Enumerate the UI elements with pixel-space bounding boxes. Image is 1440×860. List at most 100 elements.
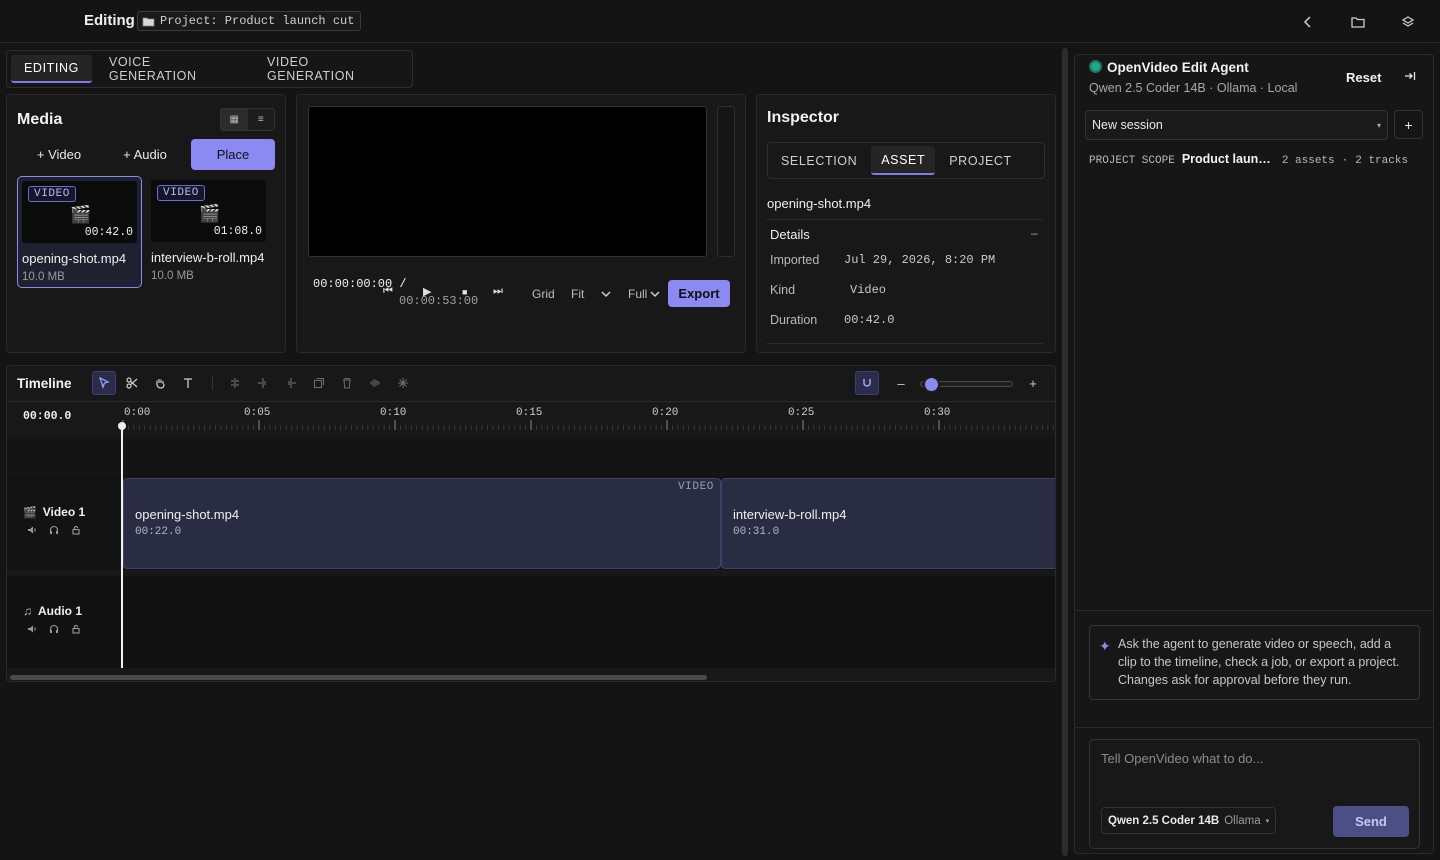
agent-model-info: Qwen 2.5 Coder 14B · Ollama · Local: [1089, 81, 1298, 95]
layers-icon[interactable]: [1398, 12, 1418, 32]
tab-project[interactable]: PROJECT: [939, 146, 1022, 175]
send-button[interactable]: Send: [1333, 806, 1409, 837]
session-select[interactable]: New session ▾: [1085, 110, 1388, 140]
speaker-icon[interactable]: [27, 525, 37, 535]
prompt-input[interactable]: [1090, 740, 1419, 798]
timeline-scrollbar[interactable]: [10, 675, 707, 680]
view-toggle: ▦ ≡: [220, 108, 275, 131]
clapperboard-icon: 🎬: [70, 205, 92, 224]
play-icon[interactable]: ▶: [423, 285, 431, 298]
grid-toggle[interactable]: Grid: [532, 287, 555, 301]
collapse-panel-icon[interactable]: [1404, 70, 1416, 82]
chevron-down-icon: ▾: [1265, 817, 1270, 825]
trim-start-icon[interactable]: [251, 371, 275, 395]
track-name: Video 1: [42, 505, 86, 519]
effects-icon[interactable]: [391, 371, 415, 395]
divider: [767, 219, 1043, 220]
trim-end-icon[interactable]: [279, 371, 303, 395]
lock-icon[interactable]: [71, 525, 81, 535]
timeline-title: Timeline: [17, 376, 72, 391]
reset-button[interactable]: Reset: [1346, 70, 1381, 85]
tab-asset[interactable]: ASSET: [871, 146, 936, 175]
inspector-panel: Inspector SELECTION ASSET PROJECT openin…: [756, 94, 1056, 353]
collapse-icon[interactable]: –: [1031, 226, 1038, 240]
headphones-icon[interactable]: [49, 525, 59, 535]
media-asset-card[interactable]: VIDEO 🎬 01:08.0 interview-b-roll.mp4 10.…: [147, 176, 272, 288]
zoom-out-icon[interactable]: –: [889, 371, 913, 395]
skip-forward-icon[interactable]: ⏭: [493, 285, 503, 298]
asset-name: opening-shot.mp4: [22, 251, 127, 266]
list-view-icon[interactable]: ≡: [248, 109, 275, 130]
timeline-ruler[interactable]: [122, 420, 1056, 430]
grid-label: Grid: [532, 287, 555, 301]
quality-label: Full: [628, 287, 648, 301]
asset-thumbnail: VIDEO 🎬 01:08.0: [151, 180, 266, 242]
timeline-clip[interactable]: VIDEO opening-shot.mp4 00:22.0: [123, 478, 721, 569]
playhead[interactable]: [121, 425, 123, 668]
chevron-down-icon: ▾: [1376, 120, 1381, 130]
imported-value: Jul 29, 2026, 8:20 PM: [844, 253, 996, 267]
scissors-icon[interactable]: [120, 371, 144, 395]
asset-size: 10.0 MB: [151, 270, 194, 282]
tab-voice-generation[interactable]: VOICE GENERATION: [96, 55, 250, 83]
media-asset-card[interactable]: VIDEO 🎬 00:42.0 opening-shot.mp4 10.0 MB: [17, 176, 142, 288]
audio-track-lane[interactable]: [7, 576, 1055, 668]
playhead-handle[interactable]: [118, 422, 126, 430]
stop-icon[interactable]: ■: [462, 287, 467, 297]
zoom-in-icon[interactable]: +: [1021, 371, 1045, 395]
fit-label: Fit: [571, 287, 585, 301]
video-preview[interactable]: [308, 106, 707, 257]
track-header-audio-1: ♫ Audio 1: [23, 604, 82, 618]
asset-duration: 00:42.0: [84, 226, 133, 239]
kind-label: Kind: [770, 283, 796, 297]
tick-label: 0:05: [244, 407, 271, 419]
add-audio-button[interactable]: + Audio: [113, 139, 177, 170]
details-heading: Details: [770, 227, 810, 242]
headphones-icon[interactable]: [49, 624, 59, 634]
lock-icon[interactable]: [71, 624, 81, 634]
inspector-file-name: opening-shot.mp4: [767, 196, 872, 211]
scope-project-name: Product launch cut: [1181, 152, 1275, 166]
tab-editing[interactable]: EDITING: [11, 55, 92, 83]
timeline-clip[interactable]: interview-b-roll.mp4 00:31.0: [721, 478, 1055, 569]
export-button[interactable]: Export: [668, 280, 730, 307]
zoom-slider-handle[interactable]: [923, 376, 940, 393]
text-tool-icon[interactable]: [176, 371, 200, 395]
folder-icon[interactable]: [1348, 12, 1368, 32]
delete-icon[interactable]: [335, 371, 359, 395]
snap-magnet-icon[interactable]: [855, 371, 879, 395]
scope-label: PROJECT SCOPE: [1089, 155, 1175, 167]
tab-video-generation[interactable]: VIDEO GENERATION: [254, 55, 408, 83]
speaker-icon[interactable]: [27, 624, 37, 634]
model-name: Qwen 2.5 Coder 14B: [1108, 814, 1220, 827]
quality-select[interactable]: Full: [628, 287, 660, 301]
agent-title: OpenVideo Edit Agent: [1107, 60, 1249, 75]
scope-tracks: 2 tracks: [1355, 155, 1409, 167]
split-icon[interactable]: [223, 371, 247, 395]
waveform-icon[interactable]: [363, 371, 387, 395]
grid-view-icon[interactable]: ▦: [221, 109, 248, 130]
tab-selection[interactable]: SELECTION: [771, 146, 867, 175]
folder-icon: [142, 16, 155, 27]
chevron-down-icon: [650, 290, 660, 298]
agent-panel: OpenVideo Edit Agent Qwen 2.5 Coder 14B …: [1074, 54, 1434, 854]
panel-splitter[interactable]: [1062, 48, 1068, 856]
select-tool-icon[interactable]: [92, 371, 116, 395]
project-chip[interactable]: Project: Product launch cut: [137, 11, 362, 31]
project-name: Project: Product launch cut: [160, 14, 355, 28]
model-provider: Ollama: [1224, 814, 1261, 827]
fit-select[interactable]: Fit: [571, 287, 611, 301]
kind-value: Video: [850, 283, 887, 297]
add-video-button[interactable]: + Video: [27, 139, 91, 170]
duration-value: 00:42.0: [844, 313, 895, 327]
model-selector[interactable]: Qwen 2.5 Coder 14B Ollama ▾: [1101, 807, 1277, 834]
hand-icon[interactable]: [148, 371, 172, 395]
chevron-left-icon[interactable]: [1298, 12, 1318, 32]
duplicate-icon[interactable]: [307, 371, 331, 395]
place-button[interactable]: Place: [191, 139, 275, 170]
preview-scrollbar[interactable]: [717, 106, 735, 257]
skip-back-icon[interactable]: ⏮: [383, 285, 393, 298]
new-session-button[interactable]: +: [1394, 110, 1423, 139]
tick-label: 0:30: [924, 407, 951, 419]
track-header-video-1: 🎬 Video 1: [23, 505, 85, 519]
